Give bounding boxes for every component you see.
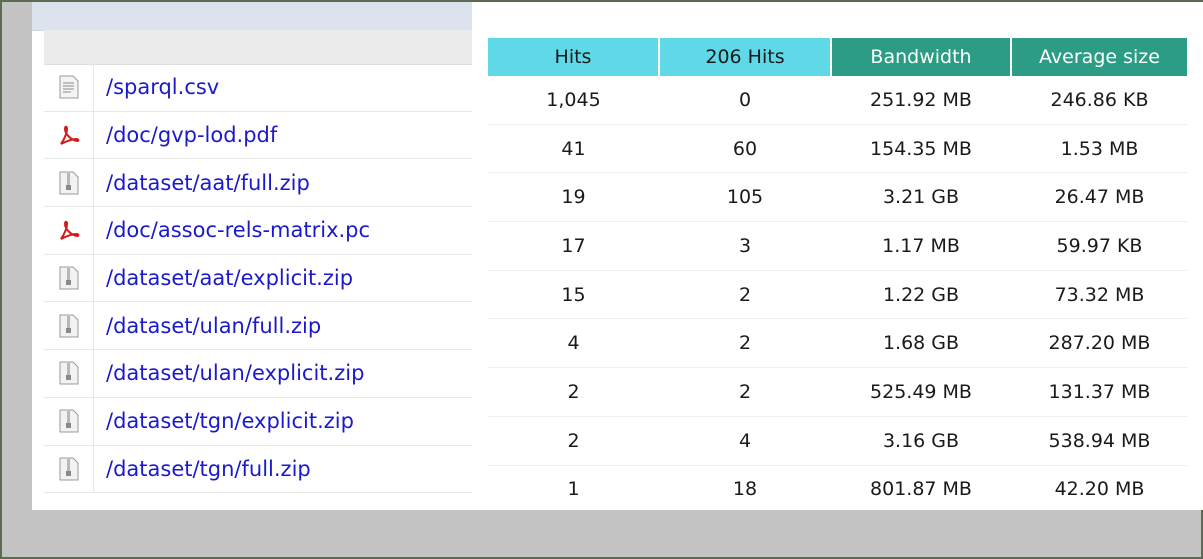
bandwidth-cell: 154.35 MB	[831, 124, 1011, 174]
file-link[interactable]: /dataset/aat/full.zip	[94, 171, 310, 195]
hits-cell: 41	[488, 124, 659, 174]
file-row: /dataset/ulan/explicit.zip	[44, 350, 472, 398]
hits-cell: 15	[488, 270, 659, 320]
file-link[interactable]: /dataset/tgn/explicit.zip	[94, 409, 354, 433]
file-link[interactable]: /doc/assoc-rels-matrix.pc	[94, 218, 370, 242]
table-row: 17 3 1.17 MB 59.97 KB	[488, 221, 1188, 271]
file-link[interactable]: /sparql.csv	[94, 75, 219, 99]
average-size-header[interactable]: Average size	[1011, 38, 1189, 76]
bandwidth-cell: 1.17 MB	[831, 221, 1011, 271]
zip-file-icon	[44, 397, 94, 445]
file-row: /doc/gvp-lod.pdf	[44, 111, 472, 160]
file-row: /doc/assoc-rels-matrix.pc	[44, 207, 472, 255]
zip-file-icon	[44, 159, 94, 207]
file-link[interactable]: /dataset/aat/explicit.zip	[94, 266, 353, 290]
pdf-file-icon	[44, 207, 94, 254]
pdf-file-icon	[44, 111, 94, 159]
hits206-cell: 2	[659, 367, 831, 417]
average-size-cell: 246.86 KB	[1011, 76, 1188, 125]
hits-cell: 2	[488, 367, 659, 417]
file-row: /dataset/tgn/explicit.zip	[44, 397, 472, 446]
average-size-cell: 1.53 MB	[1011, 124, 1188, 174]
zip-file-icon	[44, 302, 94, 350]
bandwidth-cell: 1.22 GB	[831, 270, 1011, 320]
hits206-cell: 4	[659, 416, 831, 466]
file-row: /dataset/aat/explicit.zip	[44, 254, 472, 303]
column-header-bar	[44, 30, 472, 65]
bandwidth-cell: 525.49 MB	[831, 367, 1011, 417]
text-file-icon	[44, 64, 94, 111]
table-row: 2 2 525.49 MB 131.37 MB	[488, 367, 1188, 417]
file-link[interactable]: /doc/gvp-lod.pdf	[94, 123, 277, 147]
file-row: /dataset/ulan/full.zip	[44, 302, 472, 351]
table-header-row: Hits 206 Hits Bandwidth Average size	[488, 38, 1189, 76]
hits-cell: 1,045	[488, 76, 659, 125]
table-row: 4 2 1.68 GB 287.20 MB	[488, 318, 1188, 369]
hits-cell: 19	[488, 172, 659, 223]
file-link[interactable]: /dataset/tgn/full.zip	[94, 457, 311, 481]
bandwidth-header[interactable]: Bandwidth	[831, 38, 1012, 76]
hits206-cell: 60	[659, 124, 831, 174]
file-link[interactable]: /dataset/ulan/full.zip	[94, 314, 321, 338]
average-size-cell: 26.47 MB	[1011, 172, 1188, 223]
table-row: 1 18 801.87 MB 42.20 MB	[488, 465, 1188, 510]
hits206-cell: 105	[659, 172, 831, 223]
file-list-panel: /sparql.csv/doc/gvp-lod.pdf/dataset/aat/…	[32, 2, 473, 510]
table-row: 1,045 0 251.92 MB 246.86 KB	[488, 76, 1188, 125]
bandwidth-cell: 1.68 GB	[831, 318, 1011, 369]
zip-file-icon	[44, 350, 94, 397]
average-size-cell: 538.94 MB	[1011, 416, 1188, 466]
average-size-cell: 131.37 MB	[1011, 367, 1188, 417]
average-size-cell: 59.97 KB	[1011, 221, 1188, 271]
stats-table: Hits 206 Hits Bandwidth Average size 1,0…	[488, 38, 1189, 510]
zip-file-icon	[44, 254, 94, 302]
file-list: /sparql.csv/doc/gvp-lod.pdf/dataset/aat/…	[44, 64, 472, 494]
screenshot-frame: /sparql.csv/doc/gvp-lod.pdf/dataset/aat/…	[0, 0, 1203, 559]
table-row: 41 60 154.35 MB 1.53 MB	[488, 124, 1188, 174]
average-size-cell: 42.20 MB	[1011, 465, 1188, 510]
file-row: /sparql.csv	[44, 64, 472, 112]
file-row: /dataset/tgn/full.zip	[44, 445, 472, 494]
file-link[interactable]: /dataset/ulan/explicit.zip	[94, 361, 364, 385]
table-body: 1,045 0 251.92 MB 246.86 KB 41 60 154.35 MB 1.5…	[488, 76, 1188, 510]
hits-cell: 17	[488, 221, 659, 271]
hits-cell: 2	[488, 416, 659, 466]
average-size-cell: 73.32 MB	[1011, 270, 1188, 320]
hits-cell: 4	[488, 318, 659, 369]
bandwidth-cell: 801.87 MB	[831, 465, 1011, 510]
bandwidth-cell: 3.16 GB	[831, 416, 1011, 466]
hits-cell: 1	[488, 465, 659, 510]
hits-header[interactable]: Hits	[488, 38, 660, 76]
table-row: 15 2 1.22 GB 73.32 MB	[488, 270, 1188, 320]
hits206-cell: 18	[659, 465, 831, 510]
hits206-cell: 0	[659, 76, 831, 125]
stats-panel: Hits 206 Hits Bandwidth Average size 1,0…	[472, 2, 1203, 510]
hits206-cell: 2	[659, 318, 831, 369]
file-row: /dataset/aat/full.zip	[44, 159, 472, 208]
hits206-header[interactable]: 206 Hits	[659, 38, 832, 76]
hits206-cell: 3	[659, 221, 831, 271]
hits206-cell: 2	[659, 270, 831, 320]
average-size-cell: 287.20 MB	[1011, 318, 1188, 369]
bandwidth-cell: 251.92 MB	[831, 76, 1011, 125]
zip-file-icon	[44, 445, 94, 493]
table-row: 19 105 3.21 GB 26.47 MB	[488, 172, 1188, 223]
bandwidth-cell: 3.21 GB	[831, 172, 1011, 223]
table-row: 2 4 3.16 GB 538.94 MB	[488, 416, 1188, 466]
panel-header-bar	[32, 2, 472, 31]
